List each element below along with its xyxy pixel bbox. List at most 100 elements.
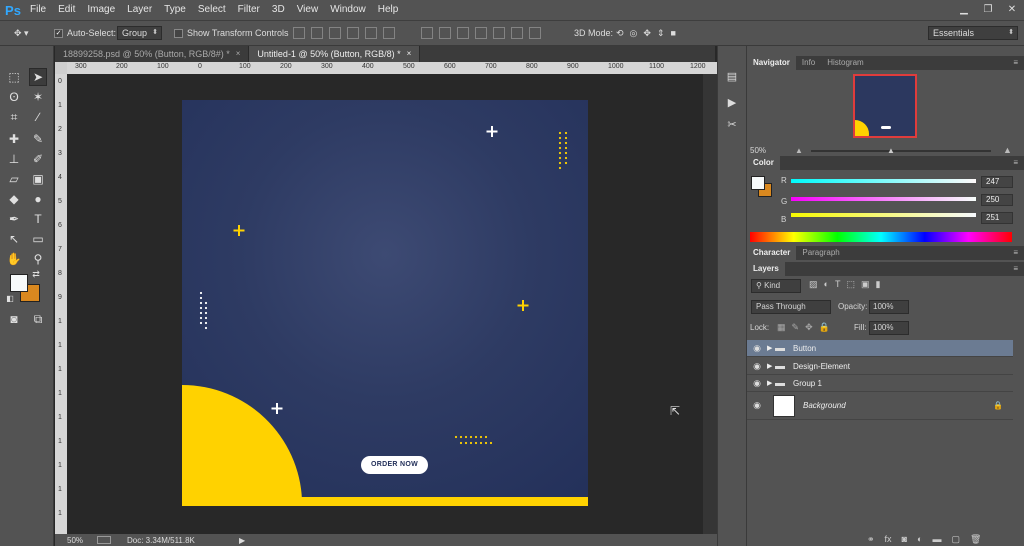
add-mask-icon[interactable]: ◙	[902, 534, 907, 545]
red-value[interactable]: 247	[981, 176, 1013, 188]
status-menu-arrow-icon[interactable]: ▶	[239, 536, 245, 545]
distribute-right-icon[interactable]	[511, 27, 523, 39]
lasso-tool-icon[interactable]: ʘ	[5, 88, 23, 106]
restore-button[interactable]: ❐	[976, 0, 1000, 18]
layer-row-design-element[interactable]: ◉ ▶ ▬ Design-Element	[747, 358, 1013, 375]
visibility-eye-icon[interactable]: ◉	[747, 378, 767, 389]
menu-select[interactable]: Select	[192, 0, 232, 20]
menu-view[interactable]: View	[291, 0, 325, 20]
lock-transparent-icon[interactable]: ▦	[777, 322, 786, 333]
visibility-eye-icon[interactable]: ◉	[747, 361, 767, 372]
navigator-zoom[interactable]: 50%	[750, 146, 766, 155]
distribute-hcenter-icon[interactable]	[493, 27, 505, 39]
tab-character[interactable]: Character	[747, 246, 797, 260]
tab-color[interactable]: Color	[747, 156, 780, 170]
magic-wand-icon[interactable]: ✶	[29, 88, 47, 106]
panel-menu-icon[interactable]: ≡	[1013, 248, 1018, 257]
panel-menu-icon[interactable]: ≡	[1013, 158, 1018, 167]
panel-menu-icon[interactable]: ≡	[1013, 58, 1018, 67]
tab-paragraph[interactable]: Paragraph	[796, 246, 845, 260]
auto-select-checkbox[interactable]: ✓ Auto-Select:	[54, 26, 116, 40]
visibility-eye-icon[interactable]: ◉	[747, 400, 767, 411]
panel-menu-icon[interactable]: ≡	[1013, 264, 1018, 273]
adjustment-filter-icon[interactable]: ◐	[824, 279, 829, 290]
adjustment-layer-icon[interactable]: ◐	[917, 534, 922, 545]
align-right-icon[interactable]	[383, 27, 395, 39]
status-icon[interactable]	[97, 536, 111, 544]
type-filter-icon[interactable]: T	[835, 279, 841, 290]
align-vcenter-icon[interactable]	[311, 27, 323, 39]
expand-arrow-icon[interactable]: ▶	[767, 379, 775, 387]
pen-tool-icon[interactable]: ✒	[5, 210, 23, 228]
order-now-button[interactable]: ORDER NOW	[361, 456, 428, 474]
default-colors-icon[interactable]: ◧	[4, 292, 16, 304]
fx-icon[interactable]: fx	[885, 534, 892, 545]
quick-mask-icon[interactable]: ◙	[5, 310, 23, 328]
properties-icon[interactable]: ▶	[724, 96, 740, 110]
expand-arrow-icon[interactable]: ▶	[767, 362, 775, 370]
zoom-slider[interactable]	[811, 150, 991, 152]
align-left-icon[interactable]	[347, 27, 359, 39]
brush-tool-icon[interactable]: ✎	[29, 130, 47, 148]
delete-layer-icon[interactable]: 🗑	[970, 534, 981, 545]
blue-slider[interactable]	[791, 213, 976, 217]
align-hcenter-icon[interactable]	[365, 27, 377, 39]
zoom-slider-thumb-icon[interactable]: ▲	[887, 146, 895, 155]
green-slider[interactable]	[791, 197, 976, 201]
slide-3d-icon[interactable]: ⇕	[657, 28, 665, 39]
minimize-button[interactable]: ▁	[952, 0, 976, 18]
blue-value[interactable]: 251	[981, 212, 1013, 224]
drag-3d-icon[interactable]: ✥	[643, 28, 651, 39]
marquee-tool-icon[interactable]: ⬚	[5, 68, 23, 86]
zoom-out-icon[interactable]: ▲	[795, 146, 803, 155]
type-tool-icon[interactable]: T	[29, 210, 47, 228]
menu-filter[interactable]: Filter	[232, 0, 266, 20]
link-layers-icon[interactable]: ⚭	[867, 534, 875, 545]
scale-3d-icon[interactable]: ■	[671, 28, 676, 38]
clone-stamp-icon[interactable]: ⊥	[5, 150, 23, 168]
roll-3d-icon[interactable]: ◎	[630, 28, 638, 39]
artboard[interactable]: ORDER NOW	[182, 100, 588, 506]
history-brush-icon[interactable]: ✐	[29, 150, 47, 168]
distribute-bottom-icon[interactable]	[457, 27, 469, 39]
tab-document-2[interactable]: Untitled-1 @ 50% (Button, RGB/8) * ×	[249, 46, 421, 62]
green-value[interactable]: 250	[981, 194, 1013, 206]
navigator-thumbnail[interactable]	[853, 74, 917, 138]
show-transform-checkbox[interactable]: Show Transform Controls	[174, 26, 289, 40]
menu-layer[interactable]: Layer	[121, 0, 158, 20]
foreground-color-swatch[interactable]	[10, 274, 28, 292]
distribute-vcenter-icon[interactable]	[439, 27, 451, 39]
menu-3d[interactable]: 3D	[266, 0, 291, 20]
vertical-scrollbar[interactable]	[703, 74, 717, 534]
zoom-level[interactable]: 50%	[67, 536, 97, 545]
new-group-icon[interactable]: ▬	[932, 534, 941, 545]
rectangle-tool-icon[interactable]: ▭	[29, 230, 47, 248]
tab-document-1[interactable]: 18899258.psd @ 50% (Button, RGB/8#) * ×	[55, 46, 250, 62]
auto-select-dropdown[interactable]: Group	[117, 26, 163, 40]
smart-filter-icon[interactable]: ▣	[861, 279, 870, 290]
menu-file[interactable]: File	[24, 0, 52, 20]
lock-position-icon[interactable]: ✥	[805, 322, 813, 333]
ruler-corner[interactable]	[55, 62, 67, 74]
distribute-left-icon[interactable]	[475, 27, 487, 39]
tab-navigator[interactable]: Navigator	[747, 56, 796, 70]
tab-info[interactable]: Info	[796, 56, 821, 70]
gradient-tool-icon[interactable]: ▣	[29, 170, 47, 188]
eraser-tool-icon[interactable]: ▱	[5, 170, 23, 188]
layer-row-button[interactable]: ◉ ▶ ▬ Button	[747, 340, 1013, 357]
close-button[interactable]: ✕	[1000, 0, 1024, 18]
menu-image[interactable]: Image	[81, 0, 121, 20]
move-tool-icon[interactable]: ➤	[29, 68, 47, 86]
layer-filter-dropdown[interactable]: ⚲ Kind	[751, 279, 801, 293]
opacity-input[interactable]: 100%	[869, 300, 909, 314]
lock-all-icon[interactable]: 🔒	[819, 322, 830, 333]
crop-tool-icon[interactable]: ⌗	[5, 108, 23, 126]
align-top-icon[interactable]	[293, 27, 305, 39]
menu-help[interactable]: Help	[372, 0, 405, 20]
fill-input[interactable]: 100%	[869, 321, 909, 335]
color-spectrum[interactable]	[750, 232, 1012, 242]
screen-mode-icon[interactable]: ⧉	[29, 310, 47, 328]
align-bottom-icon[interactable]	[329, 27, 341, 39]
pixel-filter-icon[interactable]: ▨	[809, 279, 818, 290]
color-fg-swatch[interactable]	[751, 176, 765, 190]
